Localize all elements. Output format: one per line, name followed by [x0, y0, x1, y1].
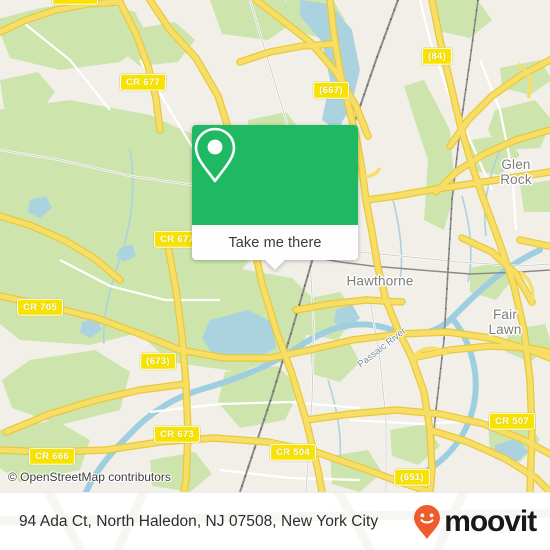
take-me-there-label: Take me there: [228, 234, 322, 251]
highway-shield-cr-677-north[interactable]: CR 677: [119, 73, 167, 91]
moovit-logo[interactable]: moovit: [413, 504, 537, 540]
highway-shield-84[interactable]: (84): [421, 47, 453, 65]
location-popup-card[interactable]: Take me there: [192, 125, 358, 270]
location-address: 94 Ada Ct, North Haledon, NJ 07508, New …: [19, 513, 379, 530]
footer-bar: 94 Ada Ct, North Haledon, NJ 07508, New …: [0, 492, 550, 550]
highway-shield-cr-673[interactable]: CR 673: [153, 425, 201, 443]
highway-shield-cr-705[interactable]: CR 705: [16, 298, 64, 316]
highway-shield-673[interactable]: (673): [140, 352, 176, 370]
highway-shield-667[interactable]: (667): [313, 81, 349, 99]
popup-tail-arrow: [264, 259, 286, 270]
highway-shield-cr-504[interactable]: CR 504: [269, 443, 317, 461]
map-canvas[interactable]: Glen Rock Hawthorne Fair Lawn Passaic Ri…: [0, 0, 550, 492]
location-pin-icon: [194, 127, 236, 183]
osm-attribution[interactable]: © OpenStreetMap contributors: [8, 470, 171, 484]
moovit-smiley-pin-icon: [414, 505, 441, 539]
moovit-map-screen: Glen Rock Hawthorne Fair Lawn Passaic Ri…: [0, 0, 550, 550]
highway-shield-651[interactable]: (651): [394, 468, 430, 486]
popup-footer[interactable]: Take me there: [192, 225, 358, 270]
moovit-wordmark: moovit: [444, 505, 537, 538]
highway-shield-top-cropped[interactable]: CR 677: [51, 0, 99, 5]
popup-header: [192, 125, 358, 225]
highway-shield-cr-507[interactable]: CR 507: [488, 412, 536, 430]
highway-shield-cr-666[interactable]: CR 666: [28, 447, 76, 465]
